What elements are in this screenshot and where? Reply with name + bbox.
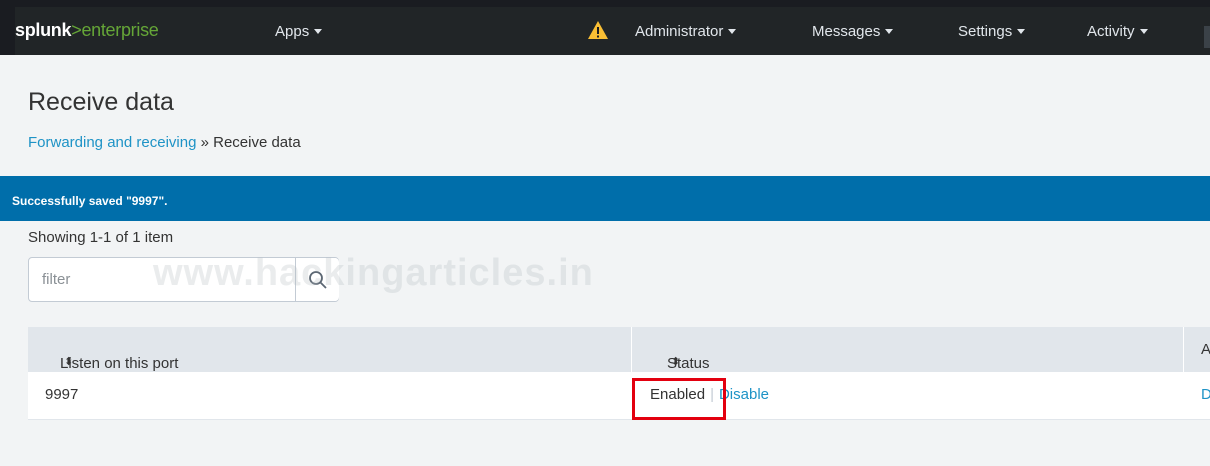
warning-icon[interactable]	[587, 20, 609, 40]
column-header-port-label: Listen on this port	[60, 355, 179, 372]
activity-menu-label: Activity	[1087, 23, 1135, 40]
messages-menu-label: Messages	[812, 23, 881, 40]
port-value: 9997	[45, 386, 79, 403]
activity-menu[interactable]: Activity	[1087, 23, 1148, 40]
chevron-down-icon	[885, 29, 894, 34]
breadcrumb-current: Receive data	[213, 134, 301, 151]
logo-product: enterprise	[81, 20, 159, 40]
chevron-down-icon	[728, 29, 737, 34]
settings-menu-label: Settings	[958, 23, 1013, 40]
apps-menu-label: Apps	[275, 23, 310, 40]
success-message: Successfully saved "9997".	[12, 194, 168, 208]
chevron-down-icon	[314, 29, 323, 34]
column-header-actions[interactable]: A	[1185, 327, 1210, 372]
row-action-link[interactable]: D	[1201, 386, 1210, 403]
watermark: www.hackingarticles.in	[153, 252, 594, 294]
messages-menu[interactable]: Messages	[812, 23, 894, 40]
navbar-overflow-item[interactable]	[1204, 26, 1210, 48]
breadcrumb-link-forwarding[interactable]: Forwarding and receiving	[28, 134, 196, 151]
apps-menu[interactable]: Apps	[275, 23, 323, 40]
disable-link[interactable]: Disable	[719, 386, 769, 403]
page-title: Receive data	[28, 88, 174, 116]
table-header: Listen on this port ⬍ Status ⬍ A	[28, 327, 1210, 372]
highlight-box	[632, 378, 726, 420]
settings-menu[interactable]: Settings	[958, 23, 1026, 40]
table-row: 9997 Enabled | Disable D	[28, 372, 1210, 420]
administrator-menu-label: Administrator	[635, 23, 724, 40]
column-header-actions-label: A	[1201, 341, 1210, 358]
sort-icon: ⬍	[64, 356, 74, 368]
item-count: Showing 1-1 of 1 item	[28, 229, 174, 246]
breadcrumb: Forwarding and receiving » Receive data	[28, 134, 301, 151]
logo-brand: splunk	[15, 20, 72, 40]
splunk-logo[interactable]: splunk>enterprise	[15, 20, 159, 41]
chevron-down-icon	[1139, 29, 1148, 34]
navbar-inner	[15, 7, 1210, 55]
breadcrumb-separator: »	[196, 134, 214, 151]
sort-icon: ⬍	[671, 356, 681, 368]
chevron-down-icon	[1017, 29, 1026, 34]
column-header-port[interactable]: Listen on this port ⬍	[28, 327, 632, 372]
column-header-status[interactable]: Status ⬍	[633, 327, 1184, 372]
administrator-menu[interactable]: Administrator	[635, 23, 737, 40]
success-banner: Successfully saved "9997".	[0, 176, 1210, 221]
logo-gt: >	[71, 20, 82, 40]
